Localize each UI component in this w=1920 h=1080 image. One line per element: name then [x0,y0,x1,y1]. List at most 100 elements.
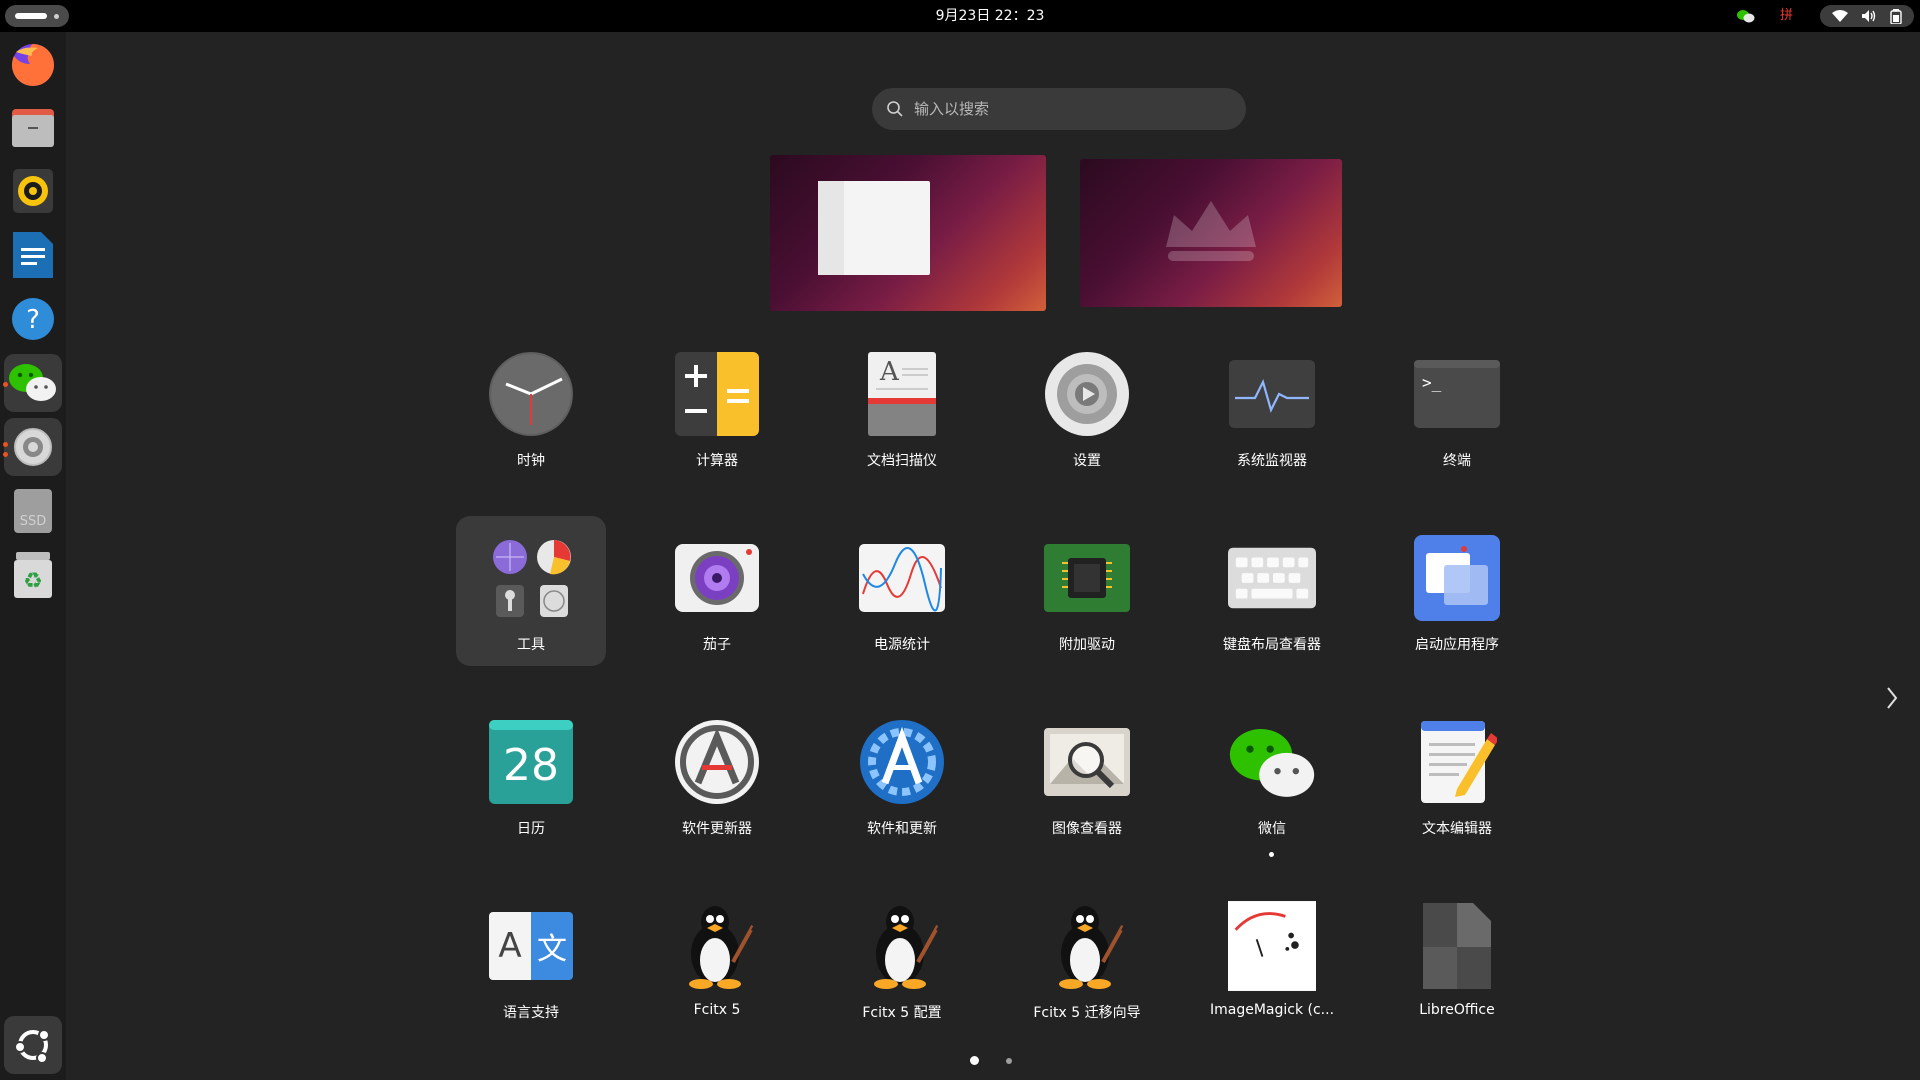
dock-help[interactable]: ? [4,290,62,348]
app-cheese[interactable]: 茄子 [642,516,792,686]
search-input[interactable] [914,88,1234,130]
tux-penguin-icon [858,902,946,990]
workspace-thumbnail-2[interactable] [1080,159,1342,307]
app-label: 终端 [1443,453,1471,469]
wechat-icon [9,364,56,401]
system-menu-button[interactable] [1820,5,1914,27]
software-updater-icon [673,718,761,806]
app-terminal[interactable]: >_ 终端 [1382,332,1532,502]
app-document-scanner[interactable]: A 文档扫描仪 [827,332,977,502]
dock-settings[interactable] [4,418,62,476]
app-label: 时钟 [517,453,545,469]
dock-trash[interactable]: ♻ [4,546,62,604]
app-label: 茄子 [703,637,731,653]
app-software-and-updates[interactable]: 软件和更新 [827,700,977,870]
document-writer-icon [13,232,53,278]
wechat-tray-icon[interactable] [1736,0,1756,32]
app-text-editor[interactable]: 文本编辑器 [1382,700,1532,870]
app-label: 微信 [1258,821,1286,837]
dock-libreoffice-writer[interactable] [4,226,62,284]
firefox-icon [11,44,54,86]
battery-icon [1889,8,1902,24]
workspace-indicator-active [15,13,47,19]
app-fcitx5[interactable]: Fcitx 5 [642,884,792,1054]
app-imagemagick[interactable]: ImageMagick (c... [1197,884,1347,1054]
files-icon [12,109,54,147]
app-clock[interactable]: 时钟 [456,332,606,502]
document-scanner-icon: A [858,350,946,438]
app-label: 计算器 [696,453,738,469]
app-label: 文档扫描仪 [867,453,937,469]
app-label: 电源统计 [874,637,930,653]
folder-utilities-icon [487,534,575,622]
startup-applications-icon [1413,534,1501,622]
app-label: Fcitx 5 迁移向导 [1033,1005,1141,1021]
page-indicator-2[interactable] [1006,1058,1012,1064]
dock: ? SSD ♻ [0,32,66,1080]
app-label: 文本编辑器 [1422,821,1492,837]
calculator-icon [673,350,761,438]
clock[interactable]: 9月23日 22：23 [860,0,1120,32]
wechat-icon [1228,718,1316,806]
app-label: ImageMagick (c... [1209,1002,1335,1018]
app-fcitx5-config[interactable]: Fcitx 5 配置 [827,884,977,1054]
workspace-indicator-inactive [54,14,59,19]
app-fcitx5-migrator[interactable]: Fcitx 5 迁移向导 [1012,884,1162,1054]
terminal-icon: >_ [1413,350,1501,438]
page-indicator-1[interactable] [970,1056,979,1065]
app-libreoffice[interactable]: LibreOffice [1382,884,1532,1054]
app-label: 语言支持 [503,1005,559,1021]
running-indicator-wechat [3,382,8,387]
dock-wechat[interactable] [4,354,62,412]
input-method-indicator[interactable]: 拼 [1780,0,1793,32]
running-indicator-settings-2 [3,452,8,457]
dock-rhythmbox[interactable] [4,162,62,220]
tux-penguin-icon [673,902,761,990]
app-calendar[interactable]: 28 日历 [456,700,606,870]
app-label: LibreOffice [1419,1002,1495,1018]
imagemagick-icon [1228,901,1316,991]
keyboard-icon [1228,534,1316,622]
dock-firefox[interactable] [4,36,62,94]
app-wechat[interactable]: 微信 [1197,700,1347,870]
app-startup-applications[interactable]: 启动应用程序 [1382,516,1532,686]
ssd-drive-icon: SSD [14,489,52,533]
app-language-support[interactable]: A 文 语言支持 [456,884,606,1054]
app-label: 软件和更新 [867,821,937,837]
app-image-viewer[interactable]: 图像查看器 [1012,700,1162,870]
wifi-icon [1832,10,1849,22]
gear-icon [14,428,52,466]
app-settings[interactable]: 设置 [1012,332,1162,502]
app-keyboard-layout-viewer[interactable]: 键盘布局查看器 [1197,516,1347,686]
libreoffice-icon [1413,902,1501,990]
tux-penguin-icon [1043,902,1131,990]
svg-text:A: A [879,357,900,387]
app-label: 日历 [517,821,545,837]
dock-files[interactable] [4,98,62,156]
dock-ssd-drive[interactable]: SSD [4,482,62,540]
gear-icon [1043,350,1131,438]
app-label: Fcitx 5 [693,1002,741,1018]
clock-icon [487,350,575,438]
window-thumbnail-wechat[interactable] [818,181,930,275]
app-software-updater[interactable]: 软件更新器 [642,700,792,870]
app-label: Fcitx 5 配置 [862,1005,942,1021]
app-power-statistics[interactable]: 电源统计 [827,516,977,686]
system-monitor-icon [1228,350,1316,438]
app-folder-utilities[interactable]: 工具 [456,516,606,686]
chevron-right-icon[interactable] [1880,680,1904,716]
dock-show-apps[interactable] [4,1016,62,1074]
app-calculator[interactable]: 计算器 [642,332,792,502]
workspace-thumbnail-1[interactable] [770,155,1046,311]
search-bar[interactable] [872,88,1246,130]
app-additional-drivers[interactable]: 附加驱动 [1012,516,1162,686]
svg-text:?: ? [26,305,40,335]
text-editor-icon [1413,718,1501,806]
app-label: 系统监视器 [1237,453,1307,469]
app-label: 软件更新器 [682,821,752,837]
language-support-icon: A 文 [487,902,575,990]
app-system-monitor[interactable]: 系统监视器 [1197,332,1347,502]
svg-text:>_: >_ [1422,373,1442,392]
activities-button[interactable] [5,5,69,27]
calendar-day-number: 28 [503,739,559,791]
